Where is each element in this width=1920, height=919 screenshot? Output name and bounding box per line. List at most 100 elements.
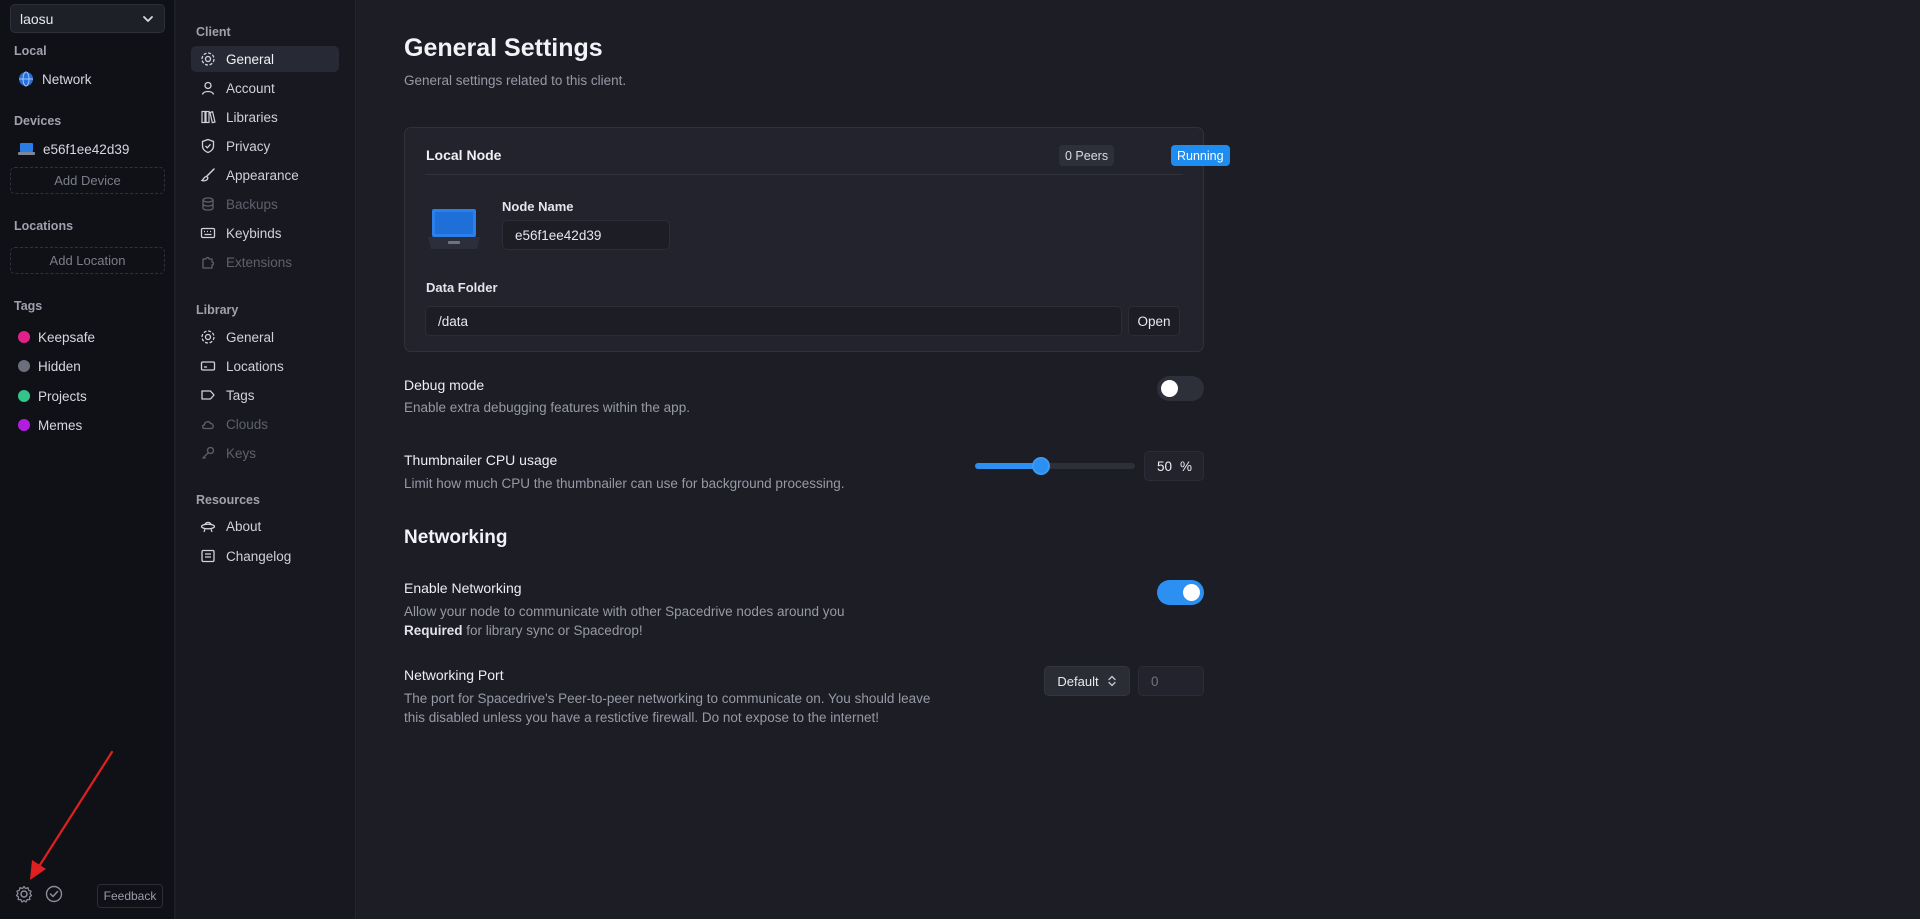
keyboard-icon xyxy=(200,227,216,239)
sidebar-tag-projects[interactable]: Projects xyxy=(18,385,87,407)
status-badge: Running xyxy=(1171,145,1230,166)
locations-heading: Locations xyxy=(14,219,74,233)
nav-item-label: Changelog xyxy=(226,548,292,564)
nav-item-changelog[interactable]: Changelog xyxy=(191,543,339,569)
port-input[interactable]: 0 xyxy=(1138,666,1204,696)
nav-item-label: Keybinds xyxy=(226,225,282,241)
enable-networking-title: Enable Networking xyxy=(404,580,522,596)
open-folder-button[interactable]: Open xyxy=(1128,306,1180,336)
database-icon xyxy=(202,197,214,211)
nav-item-clouds[interactable]: Clouds xyxy=(191,411,339,437)
nav-item-label: Clouds xyxy=(226,416,269,432)
tag-color-dot xyxy=(18,390,30,402)
debug-mode-toggle[interactable] xyxy=(1157,376,1204,401)
resources-heading: Resources xyxy=(196,493,260,507)
card-title: Local Node xyxy=(426,147,502,163)
data-folder-input[interactable]: /data xyxy=(425,306,1122,336)
nav-item-label: Privacy xyxy=(226,138,271,154)
nav-item-keybinds[interactable]: Keybinds xyxy=(191,220,339,246)
nav-item-tags[interactable]: Tags xyxy=(191,382,339,408)
nav-item-appearance[interactable]: Appearance xyxy=(191,162,339,188)
required-label: Required xyxy=(404,623,463,638)
debug-mode-title: Debug mode xyxy=(404,377,485,393)
sidebar-tag-keepsafe[interactable]: Keepsafe xyxy=(18,326,95,348)
toggle-knob xyxy=(1183,584,1200,601)
divider xyxy=(425,174,1183,175)
nav-item-label: General xyxy=(226,329,275,345)
cloud-icon xyxy=(201,421,214,430)
nav-item-library-general[interactable]: General xyxy=(191,324,339,350)
ufo-icon xyxy=(200,521,216,533)
laptop-icon xyxy=(428,209,480,249)
nav-item-privacy[interactable]: Privacy xyxy=(191,133,339,159)
books-icon xyxy=(201,110,216,124)
tag-icon xyxy=(201,390,215,400)
nav-item-account[interactable]: Account xyxy=(191,75,339,101)
nav-item-label: Extensions xyxy=(226,254,293,270)
client-heading: Client xyxy=(196,25,231,39)
add-device-button[interactable]: Add Device xyxy=(10,167,165,194)
sidebar-item-label: Keepsafe xyxy=(38,329,96,345)
user-icon xyxy=(201,81,215,95)
library-selector-value: laosu xyxy=(20,10,54,27)
port-mode-value: Default xyxy=(1057,673,1099,689)
chevron-down-icon xyxy=(143,15,153,22)
check-circle-icon[interactable] xyxy=(44,884,64,904)
left-sidebar: laosu Local Network Devices e56f1ee42d39… xyxy=(0,0,175,919)
nav-item-client-general[interactable]: General xyxy=(191,46,339,72)
devices-heading: Devices xyxy=(14,114,62,128)
cpu-value: 50 xyxy=(1156,458,1172,474)
debug-mode-description: Enable extra debugging features within t… xyxy=(404,400,690,415)
feedback-button[interactable]: Feedback xyxy=(97,884,163,908)
shield-icon xyxy=(201,138,215,154)
thumbnailer-cpu-slider[interactable] xyxy=(975,457,1135,475)
cpu-unit: % xyxy=(1179,458,1192,474)
key-icon xyxy=(202,446,215,459)
library-heading: Library xyxy=(196,303,239,317)
thumbnailer-description: Limit how much CPU the thumbnailer can u… xyxy=(404,476,845,491)
sidebar-tag-hidden[interactable]: Hidden xyxy=(18,355,81,377)
sidebar-item-label: Network xyxy=(42,71,92,87)
nav-item-backups[interactable]: Backups xyxy=(191,191,339,217)
toggle-knob xyxy=(1161,380,1178,397)
thumbnailer-title: Thumbnailer CPU usage xyxy=(404,452,558,468)
enable-networking-description: Allow your node to communicate with othe… xyxy=(404,602,845,640)
add-location-button[interactable]: Add Location xyxy=(10,247,165,274)
gear-icon[interactable] xyxy=(14,884,34,904)
nav-item-about[interactable]: About xyxy=(191,513,339,539)
nav-item-extensions[interactable]: Extensions xyxy=(191,249,339,275)
gear-icon xyxy=(201,52,215,66)
nav-item-libraries[interactable]: Libraries xyxy=(191,104,339,130)
tag-color-dot xyxy=(18,331,30,343)
nav-item-label: Account xyxy=(226,80,275,96)
local-node-card: Local Node 0 Peers Running Node Name e56… xyxy=(404,127,1230,352)
nav-item-label: Libraries xyxy=(226,109,278,125)
library-selector[interactable]: laosu xyxy=(10,4,165,33)
tag-color-dot xyxy=(18,360,30,372)
sidebar-footer xyxy=(14,884,64,904)
nav-item-keys[interactable]: Keys xyxy=(191,440,339,466)
enable-networking-line2-rest: for library sync or Spacedrop! xyxy=(462,623,643,638)
node-name-label: Node Name xyxy=(502,199,574,214)
thumbnailer-cpu-input[interactable]: 50 % xyxy=(1144,451,1204,481)
nav-item-label: Locations xyxy=(226,358,284,374)
port-mode-select[interactable]: Default xyxy=(1044,666,1130,696)
sidebar-item-label: Memes xyxy=(38,417,83,433)
slider-thumb[interactable] xyxy=(1031,457,1050,475)
nav-item-label: About xyxy=(226,518,262,534)
sidebar-tag-memes[interactable]: Memes xyxy=(18,414,82,436)
app-window: laosu Local Network Devices e56f1ee42d39… xyxy=(0,0,1920,919)
page-subtitle: General settings related to this client. xyxy=(404,73,627,88)
networking-port-title: Networking Port xyxy=(404,667,504,683)
sidebar-item-label: e56f1ee42d39 xyxy=(43,141,130,157)
slider-fill xyxy=(975,463,1041,469)
node-name-input[interactable]: e56f1ee42d39 xyxy=(502,220,670,250)
sidebar-item-device[interactable]: e56f1ee42d39 xyxy=(18,138,129,160)
tag-color-dot xyxy=(18,419,30,431)
sidebar-item-network[interactable]: Network xyxy=(18,68,92,90)
nav-item-locations[interactable]: Locations xyxy=(191,353,339,379)
tags-heading: Tags xyxy=(14,299,43,313)
chevron-updown-icon xyxy=(1107,675,1116,687)
enable-networking-toggle[interactable] xyxy=(1157,580,1204,605)
networking-port-line1: The port for Spacedrive's Peer-to-peer n… xyxy=(404,691,931,706)
